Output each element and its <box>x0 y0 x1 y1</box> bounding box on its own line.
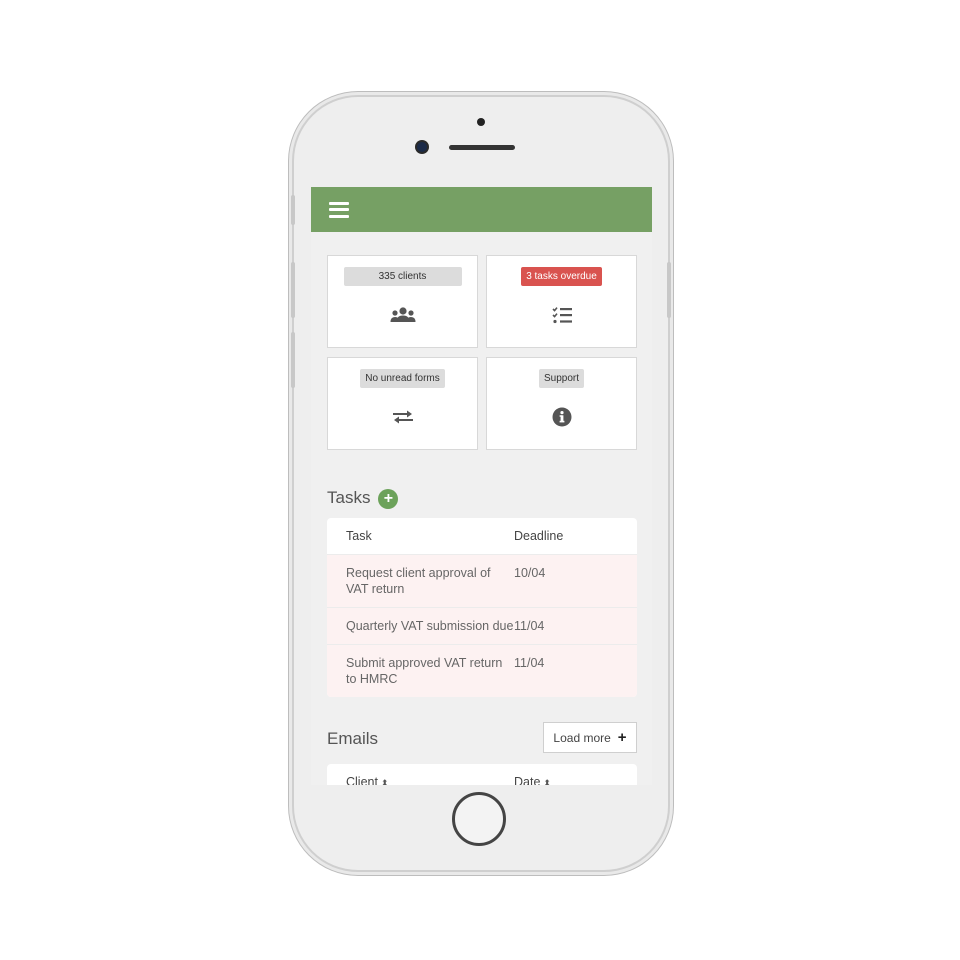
tasks-table: Task Deadline Request client approval of… <box>327 518 637 697</box>
task-deadline: 11/04 <box>514 619 545 633</box>
unread-forms-badge: No unread forms <box>360 369 445 388</box>
hamburger-icon[interactable] <box>329 201 349 218</box>
tasks-table-header: Task Deadline <box>327 518 637 554</box>
load-more-button[interactable]: Load more + <box>543 722 637 753</box>
proximity-sensor <box>477 118 485 126</box>
app-screen: 335 clients 3 tasks overdue No unread fo… <box>311 187 652 785</box>
emails-title: Emails <box>327 729 379 748</box>
dashboard-tiles: 335 clients 3 tasks overdue No unread fo… <box>327 255 637 450</box>
client-column-label: Client <box>346 775 378 785</box>
tile-tasks-overdue[interactable]: 3 tasks overdue <box>486 255 637 348</box>
tasks-heading: Tasks + <box>327 488 399 509</box>
support-badge: Support <box>538 369 585 388</box>
task-deadline: 11/04 <box>514 656 545 670</box>
client-column-header[interactable]: Client ⬍ <box>327 764 514 785</box>
mute-switch <box>291 195 295 225</box>
task-name: Request client approval of VAT return <box>346 566 491 596</box>
users-icon <box>390 303 416 327</box>
plus-icon: + <box>617 729 627 746</box>
tasks-title: Tasks <box>327 488 371 507</box>
task-list-icon <box>551 303 572 327</box>
exchange-arrows-icon <box>392 405 414 429</box>
earpiece-speaker <box>449 145 515 150</box>
task-name: Quarterly VAT submission due <box>346 619 514 633</box>
date-column-label: Date <box>514 775 541 785</box>
task-name: Submit approved VAT return to HMRC <box>346 656 503 686</box>
emails-table-header: Client ⬍ Date ⬍ <box>327 764 637 785</box>
emails-table: Client ⬍ Date ⬍ <box>327 764 637 785</box>
app-header <box>311 187 652 232</box>
clients-badge: 335 clients <box>343 267 462 286</box>
table-row[interactable]: Submit approved VAT return to HMRC 11/04 <box>327 644 637 697</box>
add-task-button[interactable]: + <box>378 488 399 509</box>
date-column-header[interactable]: Date ⬍ <box>514 764 551 785</box>
info-icon <box>552 405 572 429</box>
table-row[interactable]: Request client approval of VAT return 10… <box>327 554 637 607</box>
power-button <box>667 262 671 318</box>
front-camera <box>417 142 427 152</box>
table-row[interactable]: Quarterly VAT submission due 11/04 <box>327 607 637 644</box>
load-more-label: Load more <box>553 730 611 745</box>
tasks-overdue-badge: 3 tasks overdue <box>521 267 602 286</box>
home-button[interactable] <box>452 792 506 846</box>
sort-icon: ⬍ <box>380 778 389 785</box>
volume-up-button <box>291 262 295 318</box>
task-column-header: Task <box>346 529 372 543</box>
sort-icon: ⬍ <box>543 778 551 785</box>
tile-clients[interactable]: 335 clients <box>327 255 478 348</box>
tile-unread-forms[interactable]: No unread forms <box>327 357 478 450</box>
task-deadline: 10/04 <box>514 566 546 580</box>
deadline-column-header: Deadline <box>514 529 564 543</box>
volume-down-button <box>291 332 295 388</box>
tile-support[interactable]: Support <box>486 357 637 450</box>
